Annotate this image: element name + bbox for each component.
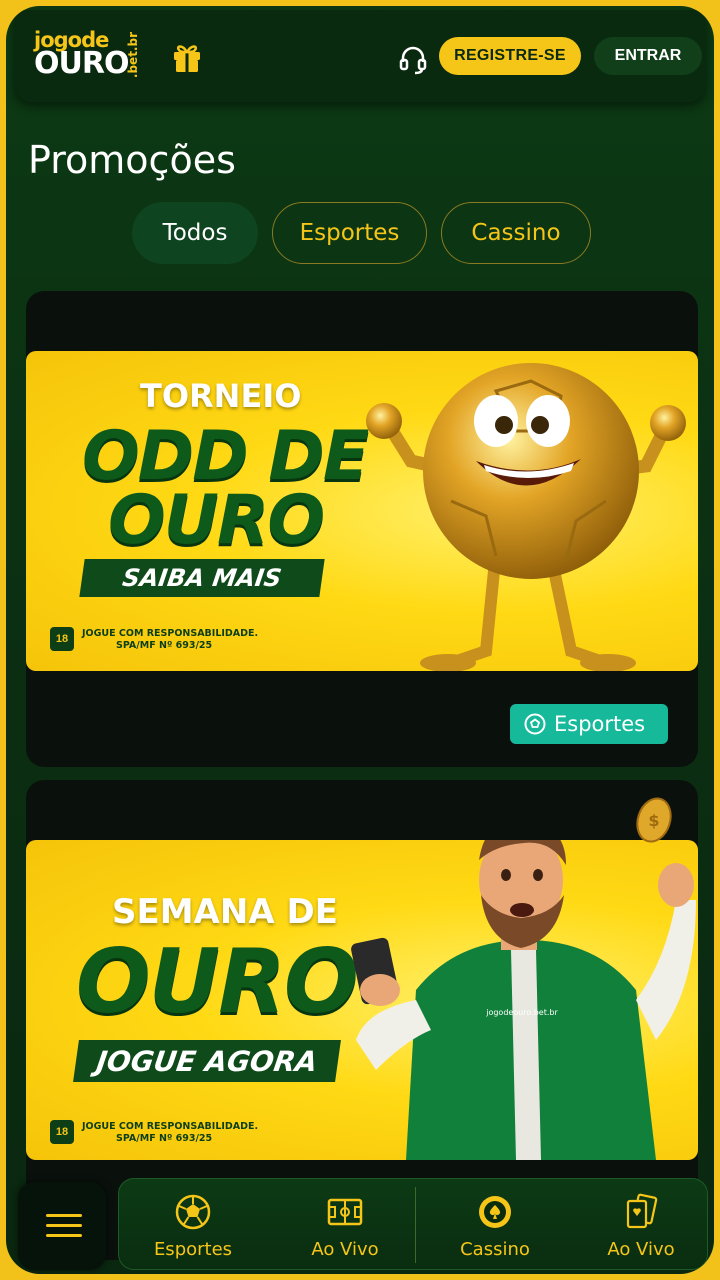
gold-coin-icon: $	[636, 797, 672, 843]
promo-cta[interactable]: SAIBA MAIS	[79, 559, 325, 597]
menu-button[interactable]	[18, 1182, 106, 1270]
category-tag-label: Esportes	[554, 712, 646, 736]
promo-line1: TORNEIO	[140, 377, 302, 415]
nav-esportes[interactable]: Esportes	[123, 1179, 263, 1271]
hamburger-line	[46, 1214, 82, 1217]
license-text: SPA/MF Nº 693/25	[116, 1133, 213, 1144]
hamburger-line	[46, 1234, 82, 1237]
app-frame: jogode OURO .bet.br REGISTRE-SE ENTRAR P…	[6, 6, 714, 1274]
age-badge: 18	[50, 627, 74, 651]
promo-cta[interactable]: JOGUE AGORA	[73, 1040, 341, 1082]
promo-line1: SEMANA DE	[112, 892, 338, 932]
nav-label: Ao Vivo	[607, 1239, 675, 1260]
field-icon	[327, 1198, 363, 1226]
casino-chip-icon	[479, 1196, 511, 1228]
nav-cassino[interactable]: Cassino	[425, 1179, 565, 1271]
page-title: Promoções	[28, 138, 236, 182]
headset-icon[interactable]	[398, 44, 428, 76]
promo-card-odd-de-ouro[interactable]: TORNEIO ODD DE OURO SAIBA MAIS 18 JOGUE …	[26, 291, 698, 767]
bottom-nav: Esportes Ao Vivo Cassino Ao Vivo	[118, 1178, 708, 1270]
promo-banner[interactable]: TORNEIO ODD DE OURO SAIBA MAIS 18 JOGUE …	[26, 351, 698, 671]
promo-line3: OURO	[108, 481, 325, 560]
responsibility-note: JOGUE COM RESPONSABILIDADE. SPA/MF Nº 69…	[82, 1121, 258, 1145]
nav-ao-vivo[interactable]: Ao Vivo	[275, 1179, 415, 1271]
promo-banner[interactable]: SEMANA DE OURO JOGUE AGORA 18 JOGUE COM …	[26, 840, 698, 1160]
soccer-ball-icon	[524, 713, 546, 735]
tab-todos[interactable]: Todos	[132, 202, 258, 264]
responsibility-text: JOGUE COM RESPONSABILIDADE.	[82, 628, 259, 639]
logo[interactable]: jogode OURO .bet.br	[34, 28, 144, 88]
responsibility-text: JOGUE COM RESPONSABILIDADE.	[82, 1121, 259, 1132]
mascot-man-illustration: jogodeouro.bet.br	[351, 840, 696, 1160]
login-button[interactable]: ENTRAR	[594, 37, 702, 75]
promo-line2: OURO	[76, 930, 359, 1033]
category-tag[interactable]: Esportes	[510, 704, 668, 744]
nav-label: Ao Vivo	[311, 1239, 379, 1260]
license-text: SPA/MF Nº 693/25	[116, 640, 213, 651]
golden-ball-mascot	[366, 363, 686, 671]
logo-suffix: .bet.br	[126, 32, 140, 79]
nav-label: Cassino	[460, 1239, 530, 1260]
nav-divider	[415, 1187, 416, 1263]
nav-label: Esportes	[153, 1239, 233, 1260]
header: jogode OURO .bet.br REGISTRE-SE ENTRAR	[14, 10, 706, 102]
svg-text:$: $	[648, 811, 659, 830]
soccer-ball-icon	[175, 1194, 211, 1230]
logo-line2: OURO	[34, 46, 129, 81]
jacket-text: jogodeouro.bet.br	[485, 1008, 558, 1017]
tab-cassino[interactable]: Cassino	[441, 202, 591, 264]
hamburger-line	[46, 1224, 82, 1227]
cards-icon	[626, 1193, 658, 1229]
age-badge: 18	[50, 1120, 74, 1144]
nav-ao-vivo-cards[interactable]: Ao Vivo	[571, 1179, 711, 1271]
tab-esportes[interactable]: Esportes	[272, 202, 427, 264]
responsibility-note: JOGUE COM RESPONSABILIDADE. SPA/MF Nº 69…	[82, 628, 258, 652]
register-button[interactable]: REGISTRE-SE	[439, 37, 581, 75]
gift-icon[interactable]	[172, 40, 202, 74]
